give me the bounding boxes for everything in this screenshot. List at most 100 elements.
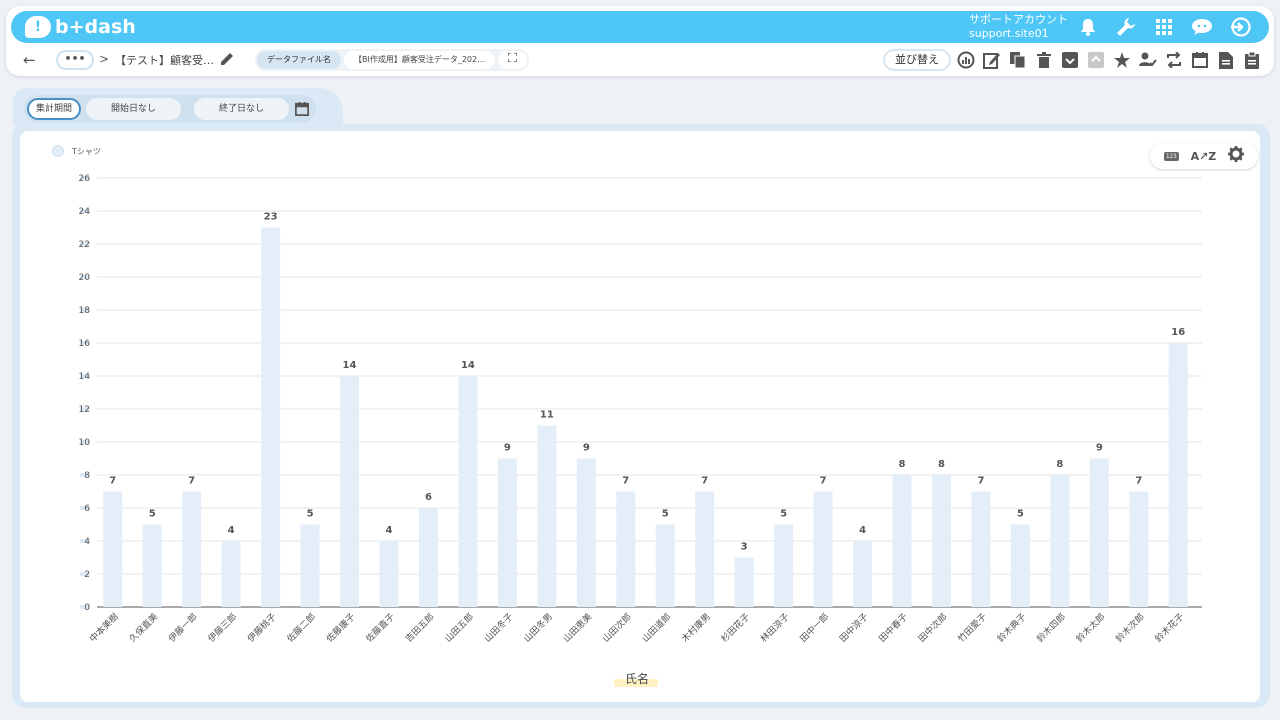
x-tick-label: 竹田愛子 — [955, 611, 989, 645]
data-label: 9 — [504, 443, 511, 454]
x-tick-label: 佐藤康子 — [324, 611, 358, 645]
data-label: 23 — [264, 212, 278, 223]
data-label: 5 — [1017, 509, 1024, 520]
x-tick-label: 中本美樹 — [87, 611, 121, 645]
y-tick-label: 26 — [79, 174, 91, 184]
bar — [1010, 524, 1030, 607]
data-label: 16 — [1171, 327, 1185, 338]
bar — [142, 524, 162, 607]
data-label: 7 — [977, 476, 984, 487]
data-label: 7 — [701, 476, 708, 487]
bar — [813, 491, 833, 607]
x-tick-label: 吉田五郎 — [403, 611, 437, 645]
x-tick-label: 林田涼子 — [758, 611, 792, 645]
x-tick-label: 佐藤二郎 — [284, 611, 318, 645]
y-tick-label: 4 — [84, 537, 90, 547]
bar — [616, 491, 636, 607]
data-label: 7 — [109, 476, 116, 487]
data-label: 5 — [662, 509, 669, 520]
bar — [853, 541, 873, 607]
x-tick-label: 木村康男 — [679, 611, 713, 645]
x-tick-label: 山田恵美 — [560, 611, 594, 645]
data-label: 8 — [1056, 459, 1063, 470]
data-label: 9 — [583, 443, 590, 454]
y-tick-label: 12 — [79, 405, 90, 415]
data-label: 6 — [425, 492, 432, 503]
data-label: 3 — [741, 542, 748, 553]
y-tick-label: 16 — [79, 339, 91, 349]
x-axis-label: 氏名 — [625, 671, 649, 686]
y-tick-label: 22 — [79, 240, 90, 250]
bar — [497, 458, 517, 607]
bar-chart: 024681012141618202224267中本美樹5久保直美7伊藤一郎4伊… — [79, 174, 1202, 687]
y-tick-label: 10 — [79, 438, 91, 448]
bar — [537, 425, 557, 607]
bar — [892, 475, 912, 607]
x-tick-label: 伊藤一郎 — [166, 611, 200, 645]
data-label: 14 — [343, 360, 357, 371]
bar — [418, 508, 438, 607]
x-tick-label: 田中次郎 — [916, 611, 950, 645]
x-tick-label: 山田次郎 — [600, 611, 634, 645]
y-tick-label: 14 — [79, 372, 91, 382]
data-label: 4 — [385, 525, 392, 536]
bar — [971, 491, 991, 607]
data-label: 7 — [622, 476, 629, 487]
data-label: 7 — [188, 476, 195, 487]
bar — [221, 541, 241, 607]
data-label: 8 — [938, 459, 945, 470]
data-label: 5 — [780, 509, 787, 520]
data-label: 4 — [859, 525, 866, 536]
x-tick-label: 鈴木太郎 — [1074, 611, 1108, 645]
x-tick-label: 鈴木四郎 — [1034, 611, 1068, 645]
data-label: 5 — [307, 509, 314, 520]
bar — [300, 524, 320, 607]
data-label: 4 — [228, 525, 235, 536]
bar — [734, 557, 754, 607]
x-tick-label: 佐藤直子 — [363, 611, 397, 645]
y-tick-label: 0 — [84, 603, 90, 613]
x-tick-label: 鈴木典子 — [995, 611, 1029, 645]
x-tick-label: 田中涼子 — [837, 611, 871, 645]
y-tick-label: 8 — [84, 471, 90, 481]
bar — [340, 376, 360, 607]
x-tick-label: 久保直美 — [126, 611, 160, 645]
bar — [695, 491, 715, 607]
bar — [655, 524, 675, 607]
x-tick-label: 鈴木花子 — [1152, 611, 1186, 645]
x-tick-label: 田中一郎 — [797, 611, 831, 645]
bar — [458, 376, 478, 607]
bar — [261, 227, 281, 607]
bar — [1168, 343, 1188, 607]
x-tick-label: 鈴木次郎 — [1113, 611, 1147, 645]
data-label: 7 — [820, 476, 827, 487]
x-tick-label: 山田冬子 — [482, 611, 516, 645]
x-tick-label: 山田五郎 — [442, 611, 476, 645]
bar — [1050, 475, 1070, 607]
y-tick-label: 24 — [79, 207, 91, 217]
bar — [182, 491, 202, 607]
data-label: 14 — [461, 360, 475, 371]
x-tick-label: 山田道郎 — [639, 611, 673, 645]
bar — [931, 475, 951, 607]
bar — [1089, 458, 1109, 607]
x-tick-label: 伊藤桃子 — [245, 611, 279, 645]
bar — [774, 524, 794, 607]
x-tick-label: 杉田花子 — [718, 611, 752, 645]
x-tick-label: 田中春子 — [876, 611, 910, 645]
data-label: 8 — [899, 459, 906, 470]
y-tick-label: 6 — [84, 504, 90, 514]
bar — [103, 491, 123, 607]
bar — [1129, 491, 1149, 607]
data-label: 7 — [1135, 476, 1142, 487]
data-label: 5 — [149, 509, 156, 520]
x-tick-label: 伊藤三郎 — [205, 611, 239, 645]
y-tick-label: 2 — [84, 570, 90, 580]
bar — [379, 541, 399, 607]
data-label: 9 — [1096, 443, 1103, 454]
data-label: 11 — [540, 410, 554, 421]
bar — [576, 458, 596, 607]
y-tick-label: 20 — [79, 273, 91, 283]
x-tick-label: 山田冬男 — [521, 611, 555, 645]
y-tick-label: 18 — [79, 306, 91, 316]
